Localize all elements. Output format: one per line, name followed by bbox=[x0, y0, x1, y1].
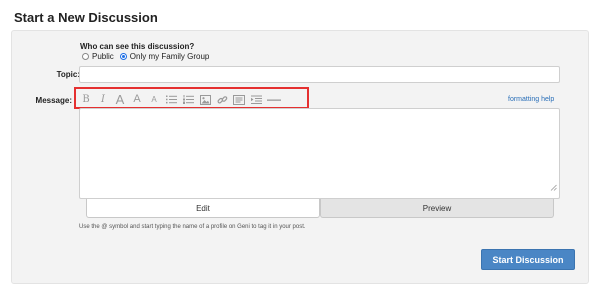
start-discussion-button[interactable]: Start Discussion bbox=[481, 249, 575, 270]
message-textarea[interactable] bbox=[79, 108, 560, 199]
family-group-radio[interactable] bbox=[119, 53, 127, 60]
editor-tabs: Edit Preview bbox=[86, 199, 554, 218]
public-radio[interactable] bbox=[82, 53, 89, 60]
resize-grip-icon[interactable] bbox=[550, 178, 557, 196]
toolbar-highlight-box bbox=[74, 87, 309, 109]
tab-preview[interactable]: Preview bbox=[320, 199, 554, 218]
visibility-option-public[interactable]: Public bbox=[82, 52, 114, 61]
public-radio-label: Public bbox=[92, 52, 114, 61]
visibility-options: Public Only my Family Group bbox=[82, 52, 215, 61]
family-group-radio-label: Only my Family Group bbox=[129, 52, 210, 61]
formatting-help-link[interactable]: formatting help bbox=[508, 96, 554, 103]
topic-label: Topic: bbox=[56, 70, 80, 79]
topic-input[interactable] bbox=[79, 66, 560, 83]
tagging-hint: Use the @ symbol and start typing the na… bbox=[79, 224, 306, 230]
visibility-option-family-group[interactable]: Only my Family Group bbox=[119, 52, 210, 61]
visibility-label: Who can see this discussion? bbox=[80, 42, 195, 51]
message-label: Message: bbox=[35, 96, 72, 105]
tab-edit[interactable]: Edit bbox=[86, 199, 320, 218]
page-title: Start a New Discussion bbox=[14, 10, 158, 25]
